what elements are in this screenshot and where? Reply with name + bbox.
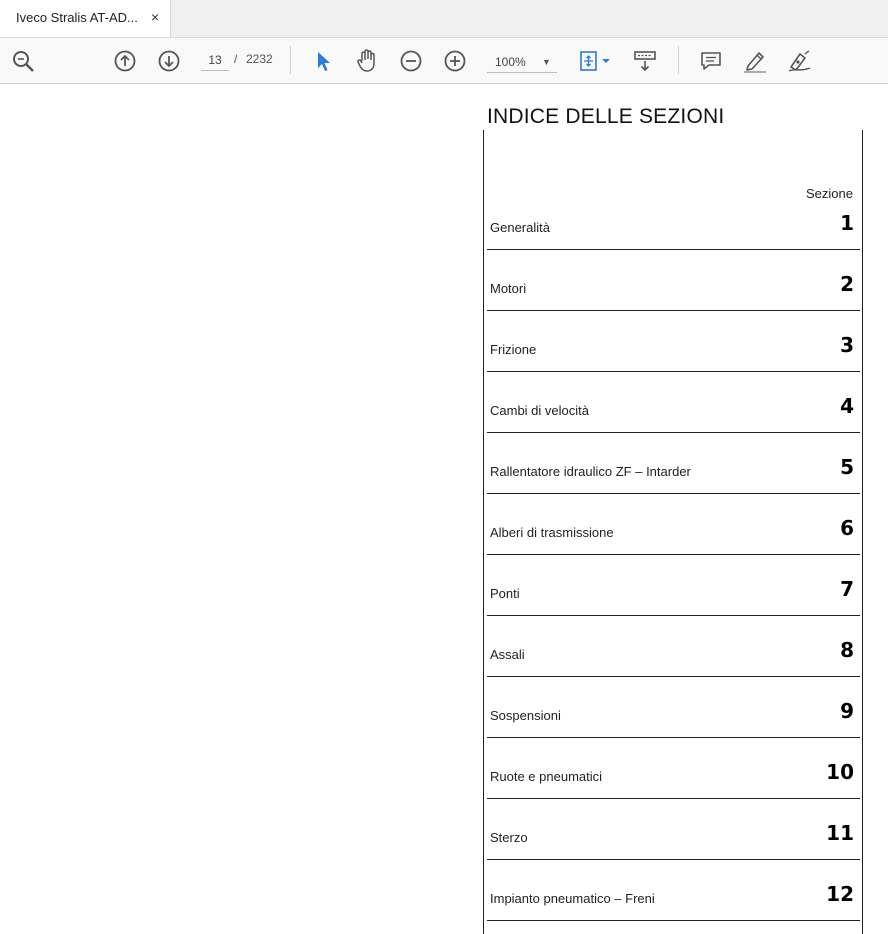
section-number: 10	[826, 760, 854, 784]
section-label: Cambi di velocità	[490, 403, 589, 418]
select-pointer-icon[interactable]	[310, 48, 336, 74]
section-label: Frizione	[490, 342, 537, 357]
fit-page-icon[interactable]	[578, 48, 614, 74]
section-number: 4	[840, 394, 854, 418]
section-number: 6	[840, 516, 854, 540]
tab-title: Iveco Stralis AT-AD...	[16, 10, 138, 25]
section-label: Motori	[490, 281, 527, 296]
page-number-input[interactable]: 13	[201, 50, 229, 71]
section-row[interactable]: Sospensioni 9	[487, 677, 860, 738]
section-number: 2	[840, 272, 854, 296]
page-separator: /	[234, 52, 238, 66]
section-number: 5	[840, 455, 854, 479]
document-tab[interactable]: Iveco Stralis AT-AD... ×	[0, 0, 171, 37]
highlight-pen-icon[interactable]	[742, 48, 768, 74]
zoom-out-icon[interactable]	[398, 48, 424, 74]
section-number: 3	[840, 333, 854, 357]
zoom-in-icon[interactable]	[442, 48, 468, 74]
section-row[interactable]: Ruote e pneumatici 10	[487, 738, 860, 799]
section-number: 7	[840, 577, 854, 601]
section-row[interactable]: Alberi di trasmissione 6	[487, 494, 860, 555]
section-label: Sospensioni	[490, 708, 561, 723]
section-row[interactable]: Generalità 1	[487, 189, 860, 250]
page-up-icon[interactable]	[112, 48, 138, 74]
section-label: Ruote e pneumatici	[490, 769, 603, 784]
section-label: Generalità	[490, 220, 550, 235]
section-row[interactable]: Rallentatore idraulico ZF – Intarder 5	[487, 433, 860, 494]
section-row[interactable]: Frizione 3	[487, 311, 860, 372]
toolbar: 13 / 2232 100% ▼	[0, 38, 888, 84]
section-number: 1	[840, 211, 854, 235]
section-number: 8	[840, 638, 854, 662]
comment-icon[interactable]	[698, 48, 724, 74]
section-label: Impianto pneumatico – Freni	[490, 891, 655, 906]
section-row[interactable]: Impianto pneumatico – Freni 12	[487, 860, 860, 921]
page-title: INDICE DELLE SEZIONI	[487, 105, 725, 128]
section-number: 12	[826, 882, 854, 906]
close-icon[interactable]: ×	[151, 9, 159, 25]
page-down-icon[interactable]	[156, 48, 182, 74]
section-number: 11	[826, 821, 854, 845]
section-row[interactable]: Ponti 7	[487, 555, 860, 616]
section-label: Ponti	[490, 586, 520, 601]
scroll-mode-icon[interactable]	[632, 48, 658, 74]
section-row[interactable]: Cambi di velocità 4	[487, 372, 860, 433]
zoom-level-dropdown[interactable]: 100% ▼	[487, 50, 557, 73]
section-label: Sterzo	[490, 830, 528, 845]
zoom-value: 100%	[495, 55, 526, 69]
toolbar-divider	[678, 46, 679, 74]
page-total: 2232	[246, 52, 273, 66]
toolbar-divider	[290, 46, 291, 74]
section-label: Assali	[490, 647, 525, 662]
section-row[interactable]: Assali 8	[487, 616, 860, 677]
tab-bar: Iveco Stralis AT-AD... ×	[0, 0, 888, 38]
hand-pan-icon[interactable]	[354, 48, 380, 74]
sign-pen-icon[interactable]	[786, 48, 812, 74]
section-label: Rallentatore idraulico ZF – Intarder	[490, 464, 691, 479]
zoom-search-icon[interactable]	[10, 48, 36, 74]
section-row[interactable]: Sterzo 11	[487, 799, 860, 860]
chevron-down-icon: ▼	[542, 57, 551, 67]
section-number: 9	[840, 699, 854, 723]
section-label: Alberi di trasmissione	[490, 525, 614, 540]
section-row[interactable]: Motori 2	[487, 250, 860, 311]
